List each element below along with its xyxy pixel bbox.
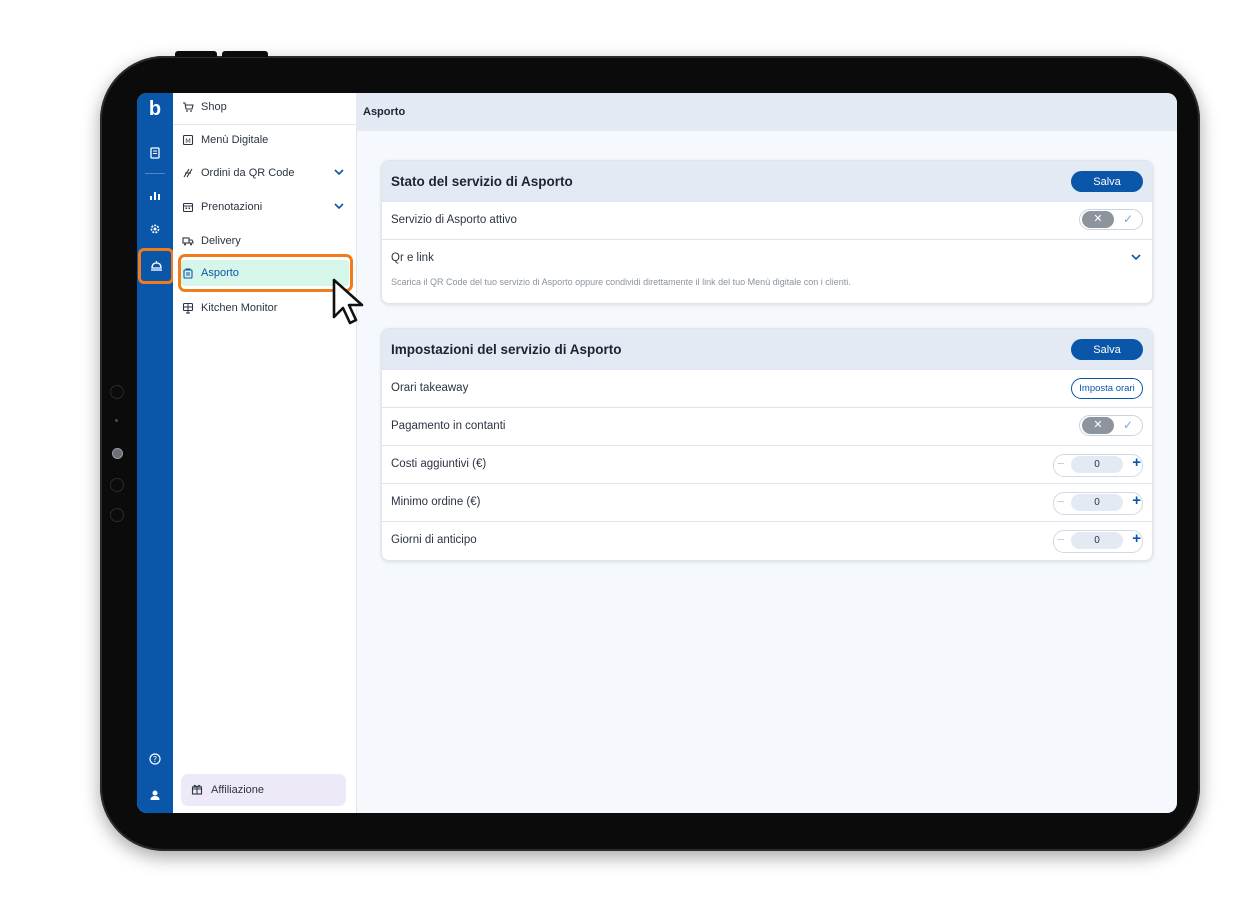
stepper-value[interactable]: 0 [1071, 532, 1123, 549]
icon-rail: b ? [137, 93, 174, 813]
app-screen: b ? Shop M Menù Digitale Ordini da QR Co… [137, 93, 1177, 813]
giorni-row: Giorni di anticipo − 0 + [382, 521, 1152, 559]
svg-text:?: ? [153, 755, 157, 764]
mouse-cursor-icon [332, 278, 364, 325]
row-label: Pagamento in contanti [391, 420, 506, 432]
cart-icon [181, 100, 195, 114]
takeaway-icon[interactable] [138, 248, 174, 284]
orari-row: Orari takeaway Imposta orari [382, 369, 1152, 407]
menu-item-menu-digitale[interactable]: M Menù Digitale [181, 127, 349, 153]
camera-dot [110, 508, 124, 522]
affiliazione-button[interactable]: Affiliazione [181, 774, 346, 806]
affiliazione-label: Affiliazione [211, 784, 264, 796]
toggle-check-icon: ✓ [1122, 212, 1133, 226]
save-button[interactable]: Salva [1071, 339, 1143, 360]
menu-item-label: Ordini da QR Code [201, 167, 295, 179]
imposta-orari-button[interactable]: Imposta orari [1071, 378, 1143, 399]
delivery-icon [181, 234, 195, 248]
card-header: Stato del servizio di Asporto Salva [382, 161, 1152, 201]
card-header: Impostazioni del servizio di Asporto Sal… [382, 329, 1152, 369]
impostazioni-servizio-card: Impostazioni del servizio di Asporto Sal… [381, 328, 1153, 561]
servizio-attivo-row: Servizio di Asporto attivo ✕ ✓ [382, 201, 1152, 239]
minus-icon[interactable]: − [1057, 456, 1065, 471]
user-icon[interactable] [141, 781, 169, 809]
brand-logo[interactable]: b [141, 95, 169, 123]
gift-icon [191, 783, 203, 798]
chart-icon[interactable] [141, 181, 169, 209]
plus-icon[interactable]: + [1132, 454, 1141, 471]
menu-divider [173, 124, 356, 125]
row-label: Costi aggiuntivi (€) [391, 458, 487, 470]
chevron-down-icon[interactable] [1130, 251, 1142, 266]
stepper-value[interactable]: 0 [1071, 494, 1123, 511]
menu-item-label: Kitchen Monitor [201, 302, 278, 314]
tablet-top-button [222, 51, 268, 57]
receipt-icon[interactable] [141, 139, 169, 167]
rail-divider [145, 173, 165, 174]
monitor-icon [181, 301, 195, 315]
pagamento-contanti-toggle[interactable]: ✕ ✓ [1079, 415, 1143, 436]
minus-icon[interactable]: − [1057, 494, 1065, 509]
toggle-check-icon: ✓ [1122, 418, 1133, 432]
card-title: Stato del servizio di Asporto [391, 174, 573, 189]
row-label: Orari takeaway [391, 382, 469, 394]
minimo-row: Minimo ordine (€) − 0 + [382, 483, 1152, 521]
tablet-top-button [175, 51, 217, 57]
menu-item-label: Delivery [201, 235, 241, 247]
save-button[interactable]: Salva [1071, 171, 1143, 192]
chevron-down-icon[interactable] [333, 166, 345, 181]
chevron-down-icon[interactable] [333, 200, 345, 215]
side-menu: Shop M Menù Digitale Ordini da QR Code P… [173, 93, 357, 813]
menu-item-kitchen-monitor[interactable]: Kitchen Monitor [181, 295, 349, 321]
camera-dot [115, 419, 118, 422]
plus-icon[interactable]: + [1132, 492, 1141, 509]
costi-row: Costi aggiuntivi (€) − 0 + [382, 445, 1152, 483]
row-label: Servizio di Asporto attivo [391, 214, 517, 226]
camera-dot [110, 478, 124, 492]
settings-icon[interactable] [141, 215, 169, 243]
toggle-off-icon: ✕ [1082, 211, 1114, 228]
card-title: Impostazioni del servizio di Asporto [391, 342, 622, 357]
camera-dot [112, 448, 123, 459]
minimo-stepper[interactable]: − 0 + [1053, 492, 1143, 515]
menu-item-label: Prenotazioni [201, 201, 263, 213]
pagamento-row: Pagamento in contanti ✕ ✓ [382, 407, 1152, 445]
qr-description: Scarica il QR Code del tuo servizio di A… [391, 277, 851, 287]
page-title: Asporto [363, 106, 406, 118]
qr-link-row[interactable]: Qr e link Scarica il QR Code del tuo ser… [382, 239, 1152, 303]
active-item-highlight [178, 254, 353, 292]
toggle-off-icon: ✕ [1082, 417, 1114, 434]
svg-text:M: M [185, 137, 191, 145]
plus-icon[interactable]: + [1132, 530, 1141, 547]
costi-stepper[interactable]: − 0 + [1053, 454, 1143, 477]
row-label: Qr e link [391, 252, 434, 264]
menu-item-prenotazioni[interactable]: Prenotazioni [181, 194, 349, 220]
stepper-value[interactable]: 0 [1071, 456, 1123, 473]
menu-item-shop[interactable]: Shop [181, 94, 349, 120]
camera-dot [110, 385, 124, 399]
giorni-stepper[interactable]: − 0 + [1053, 530, 1143, 553]
menu-book-icon: M [181, 133, 195, 147]
help-icon[interactable]: ? [141, 745, 169, 773]
stato-servizio-card: Stato del servizio di Asporto Salva Serv… [381, 160, 1153, 304]
row-label: Giorni di anticipo [391, 534, 477, 546]
minus-icon[interactable]: − [1057, 532, 1065, 547]
menu-item-label: Shop [201, 101, 227, 113]
servizio-attivo-toggle[interactable]: ✕ ✓ [1079, 209, 1143, 230]
menu-item-ordini-qr[interactable]: Ordini da QR Code [181, 160, 349, 186]
qr-order-icon [181, 166, 195, 180]
page-header: Asporto [356, 93, 1177, 131]
row-label: Minimo ordine (€) [391, 496, 481, 508]
menu-item-delivery[interactable]: Delivery [181, 228, 349, 254]
calendar-icon [181, 200, 195, 214]
menu-item-label: Menù Digitale [201, 134, 269, 146]
